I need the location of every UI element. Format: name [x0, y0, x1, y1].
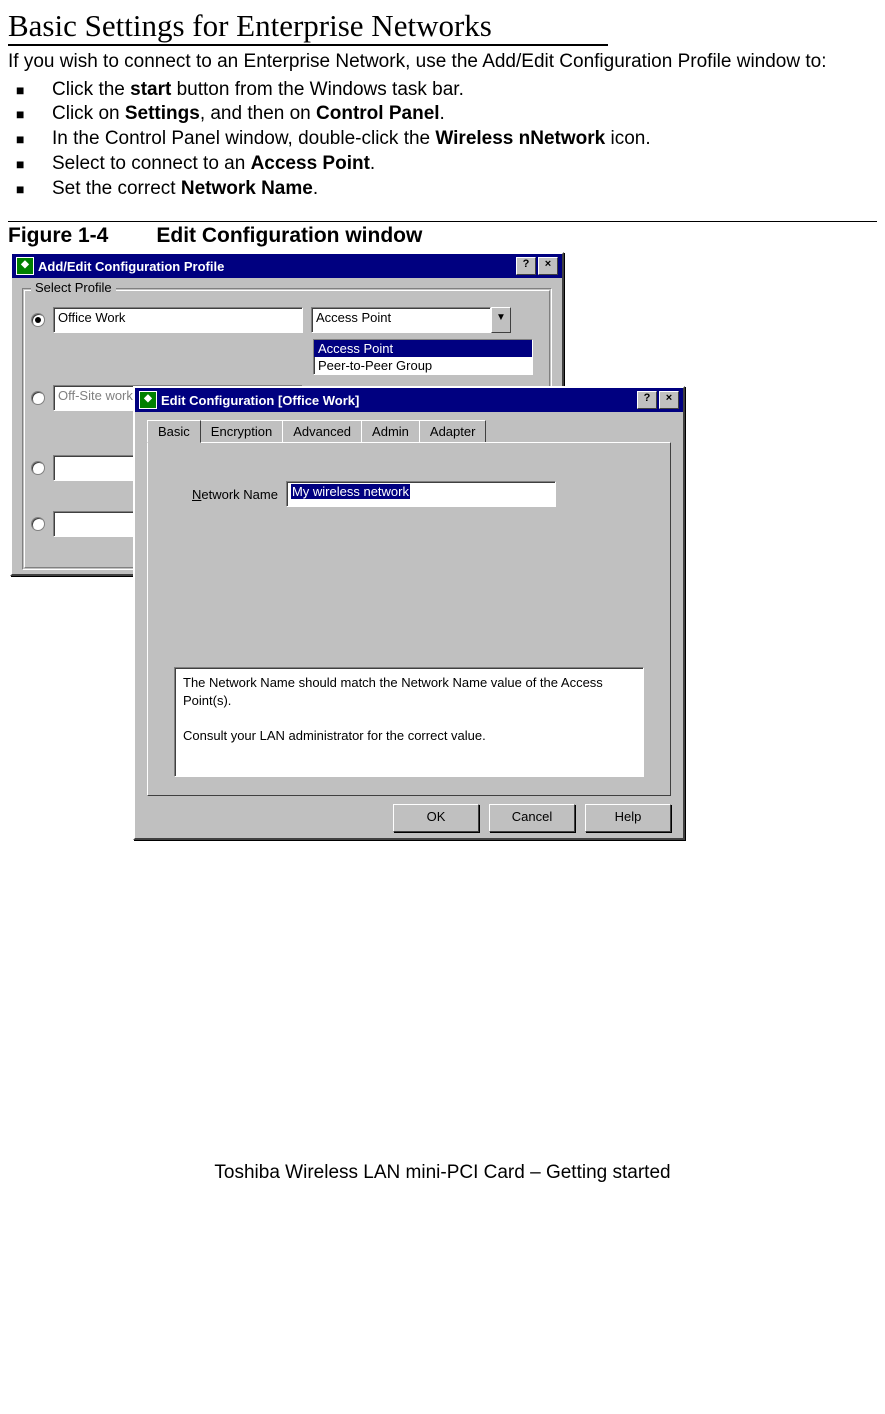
steps-list: Click the start button from the Windows …	[8, 78, 877, 201]
network-name-input[interactable]: My wireless network	[286, 481, 556, 507]
intro-text: If you wish to connect to an Enterprise …	[8, 50, 877, 74]
list-item: Set the correct Network Name.	[8, 177, 877, 202]
tab-admin[interactable]: Admin	[361, 420, 420, 443]
profile-name-1[interactable]: Office Work	[53, 307, 303, 333]
list-item: Click on Settings, and then on Control P…	[8, 102, 877, 127]
page-footer: Toshiba Wireless LAN mini-PCI Card – Get…	[8, 1162, 877, 1184]
combo-value: Access Point	[311, 307, 491, 333]
list-item[interactable]: Access Point	[314, 340, 532, 357]
tab-panel-basic: Network Name My wireless network The Net…	[147, 442, 671, 796]
profile-name-4[interactable]	[53, 511, 143, 537]
ok-button[interactable]: OK	[393, 804, 479, 832]
network-type-list[interactable]: Access Point Peer-to-Peer Group	[313, 339, 533, 375]
dialog-buttons: OK Cancel Help	[135, 804, 671, 832]
app-icon: ◆	[139, 391, 157, 409]
profile-name-3[interactable]	[53, 455, 143, 481]
window-title: Add/Edit Configuration Profile	[38, 259, 224, 274]
figure-caption: Figure 1-4Edit Configuration window	[8, 224, 877, 248]
list-item[interactable]: Peer-to-Peer Group	[314, 357, 532, 374]
help-button[interactable]: ?	[637, 391, 657, 409]
tab-advanced[interactable]: Advanced	[282, 420, 362, 443]
app-icon: ◆	[16, 257, 34, 275]
network-type-combo[interactable]: Access Point ▼	[311, 307, 511, 333]
tab-adapter[interactable]: Adapter	[419, 420, 487, 443]
info-text: The Network Name should match the Networ…	[174, 667, 644, 777]
profile-radio-1[interactable]	[31, 313, 45, 327]
profile-row: Office Work Access Point ▼	[31, 307, 543, 333]
list-item: In the Control Panel window, double-clic…	[8, 127, 877, 152]
group-label: Select Profile	[31, 280, 116, 295]
list-item: Select to connect to an Access Point.	[8, 152, 877, 177]
figure-rule	[8, 221, 877, 222]
close-button[interactable]: ×	[538, 257, 558, 275]
screenshot-area: ◆ Add/Edit Configuration Profile ? × Sel…	[8, 252, 877, 842]
cancel-button[interactable]: Cancel	[489, 804, 575, 832]
edit-configuration-dialog: ◆ Edit Configuration [Office Work] ? × B…	[133, 386, 685, 840]
profile-radio-3[interactable]	[31, 461, 45, 475]
network-name-row: Network Name My wireless network	[192, 481, 654, 507]
list-item: Click the start button from the Windows …	[8, 78, 877, 103]
profile-radio-4[interactable]	[31, 517, 45, 531]
profile-radio-2[interactable]	[31, 391, 45, 405]
page-title: Basic Settings for Enterprise Networks	[8, 8, 608, 46]
close-button[interactable]: ×	[659, 391, 679, 409]
titlebar[interactable]: ◆ Add/Edit Configuration Profile ? ×	[12, 254, 562, 278]
tab-strip: Basic Encryption Advanced Admin Adapter	[147, 420, 679, 443]
titlebar[interactable]: ◆ Edit Configuration [Office Work] ? ×	[135, 388, 683, 412]
help-button[interactable]: Help	[585, 804, 671, 832]
help-button[interactable]: ?	[516, 257, 536, 275]
network-name-value: My wireless network	[291, 484, 410, 499]
chevron-down-icon[interactable]: ▼	[491, 307, 511, 333]
tab-encryption[interactable]: Encryption	[200, 420, 283, 443]
network-name-label: Network Name	[192, 487, 278, 502]
window-title: Edit Configuration [Office Work]	[161, 393, 359, 408]
tab-basic[interactable]: Basic	[147, 420, 201, 443]
